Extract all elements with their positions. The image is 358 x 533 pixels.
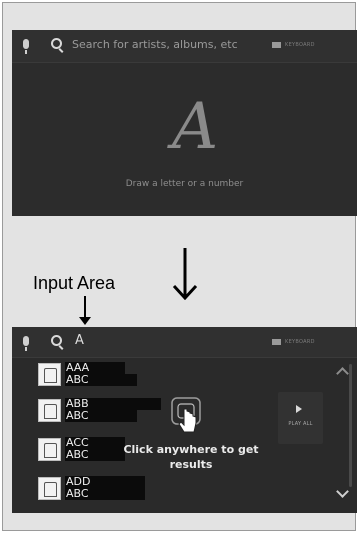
keyboard-label: KEYBOARD [285, 42, 315, 48]
keyboard-button[interactable]: KEYBOARD [272, 40, 315, 50]
keyboard-button[interactable]: KEYBOARD [272, 337, 315, 347]
click-hint-text: Click anywhere to get results [116, 442, 266, 472]
list-item[interactable]: ABB ABC [38, 398, 258, 427]
play-all-button[interactable]: PLAY ALL [278, 392, 323, 444]
chevron-down-icon[interactable] [336, 485, 349, 498]
click-hint-line: results [169, 458, 213, 471]
play-icon [296, 405, 302, 413]
click-hint-line: Click anywhere to get [123, 443, 259, 456]
list-item[interactable]: AAA ABC [38, 362, 258, 391]
keyboard-icon [272, 42, 281, 48]
search-input[interactable]: Search for artists, albums, etc [72, 38, 238, 51]
handwriting-input-screen[interactable]: Search for artists, albums, etc KEYBOARD… [12, 30, 357, 216]
play-all-label: PLAY ALL [288, 421, 313, 427]
search-bar[interactable]: Search for artists, albums, etc KEYBOARD [12, 30, 357, 63]
keyboard-icon [272, 339, 281, 345]
keyboard-label: KEYBOARD [285, 339, 315, 345]
input-area-label: Input Area [33, 273, 116, 293]
scrollbar[interactable] [349, 364, 352, 487]
result-subtitle: ABC [66, 448, 89, 461]
album-art-thumbnail [38, 363, 61, 386]
list-item[interactable]: ADD ABC [38, 476, 258, 505]
search-icon [51, 335, 62, 346]
microphone-icon[interactable] [23, 39, 29, 54]
chevron-up-icon[interactable] [336, 367, 349, 380]
input-area[interactable]: A [75, 333, 84, 348]
callout-line [84, 296, 86, 319]
tap-hand-icon [171, 397, 201, 433]
draw-hint-text: Draw a letter or a number [125, 179, 244, 189]
arrow-down-icon [173, 248, 197, 300]
microphone-icon[interactable] [23, 336, 29, 351]
album-art-thumbnail [38, 438, 61, 461]
search-bar[interactable]: A KEYBOARD [12, 327, 357, 358]
results-screen[interactable]: A KEYBOARD AAA ABC ABB ABC ACC ABC ADD A… [12, 327, 357, 513]
album-art-thumbnail [38, 399, 61, 422]
result-subtitle: ABC [66, 409, 89, 422]
drawn-letter: A [172, 90, 219, 164]
result-subtitle: ABC [66, 487, 89, 500]
callout-arrow-icon [79, 317, 91, 325]
album-art-thumbnail [38, 477, 61, 500]
result-subtitle: ABC [66, 373, 89, 386]
search-icon [51, 38, 62, 49]
